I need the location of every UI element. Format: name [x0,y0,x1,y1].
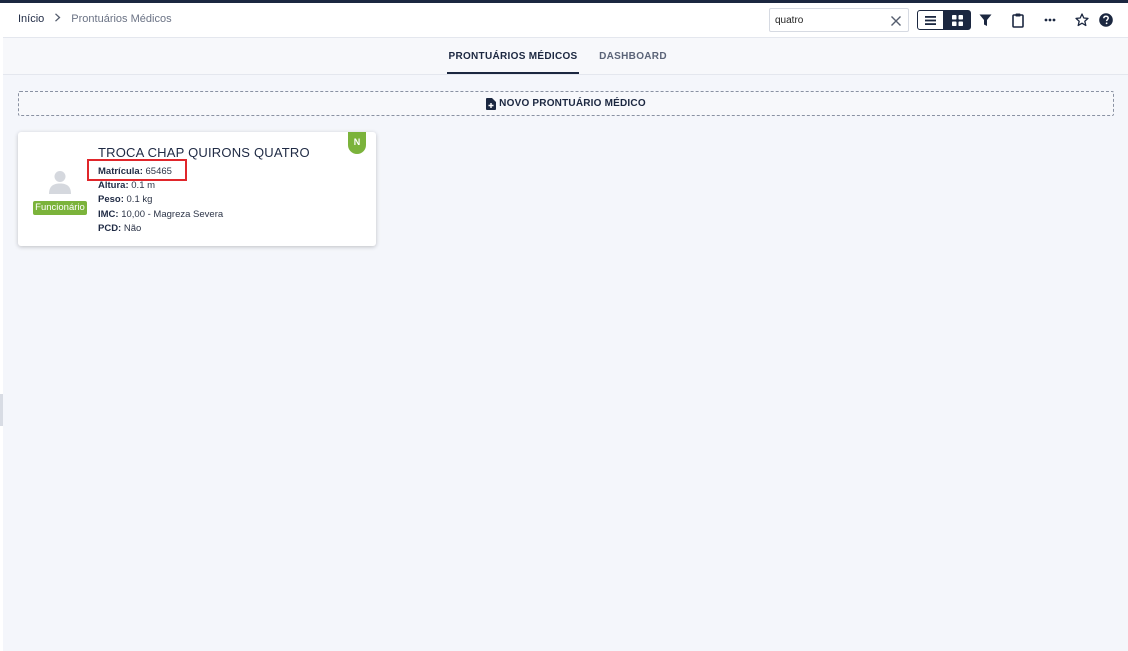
tab-prontuarios-medicos[interactable]: PRONTUÁRIOS MÉDICOS [447,38,579,74]
new-record-button[interactable]: NOVO PRONTUÁRIO MÉDICO [18,91,1114,116]
list-view-button[interactable] [917,10,944,30]
file-plus-icon [486,97,497,110]
list-view-icon [925,15,936,25]
field-altura: Altura: 0.1 m [98,180,155,191]
filter-icon[interactable] [976,11,994,29]
field-label: IMC: [98,209,119,220]
user-avatar-icon [49,171,71,194]
role-badge: Funcionário [33,201,87,215]
search-box [769,8,909,32]
new-record-label: NOVO PRONTUÁRIO MÉDICO [499,98,646,109]
field-value: 0.1 kg [126,194,153,205]
field-label: Altura: [98,180,129,191]
grid-view-icon [952,14,963,26]
header: Início Prontuários Médicos [3,3,1128,38]
breadcrumb-current: Prontuários Médicos [71,13,172,25]
grid-view-button[interactable] [944,10,971,30]
field-value: Não [123,223,142,234]
breadcrumb-home-link[interactable]: Início [18,13,44,25]
sidebar-handle[interactable] [0,394,3,426]
field-label: Peso: [98,194,124,205]
field-peso: Peso: 0.1 kg [98,194,152,205]
star-icon[interactable] [1073,11,1091,29]
field-pcd: PCD: Não [98,223,141,234]
highlight-box [87,159,187,181]
record-card[interactable]: Funcionário TROCA CHAP QUIRONS QUATRO Ma… [18,132,376,246]
avatar [49,170,71,199]
more-icon[interactable] [1041,11,1059,29]
breadcrumb: Início Prontuários Médicos [18,13,172,25]
clear-search-icon[interactable] [890,14,902,26]
field-value: 0.1 m [131,180,156,191]
corner-badge: N [348,132,366,154]
field-value: 10,00 - Magreza Severa [121,209,224,220]
tab-bar: PRONTUÁRIOS MÉDICOS DASHBOARD [3,38,1128,75]
help-icon[interactable] [1097,11,1115,29]
view-toggle [917,10,971,30]
left-edge [0,3,3,651]
clipboard-icon[interactable] [1009,11,1027,29]
search-input[interactable] [775,10,885,30]
patient-name: TROCA CHAP QUIRONS QUATRO [98,145,310,160]
field-imc: IMC: 10,00 - Magreza Severa [98,209,223,220]
tab-dashboard[interactable]: DASHBOARD [593,38,673,74]
field-label: PCD: [98,223,122,234]
chevron-right-icon [54,13,61,25]
